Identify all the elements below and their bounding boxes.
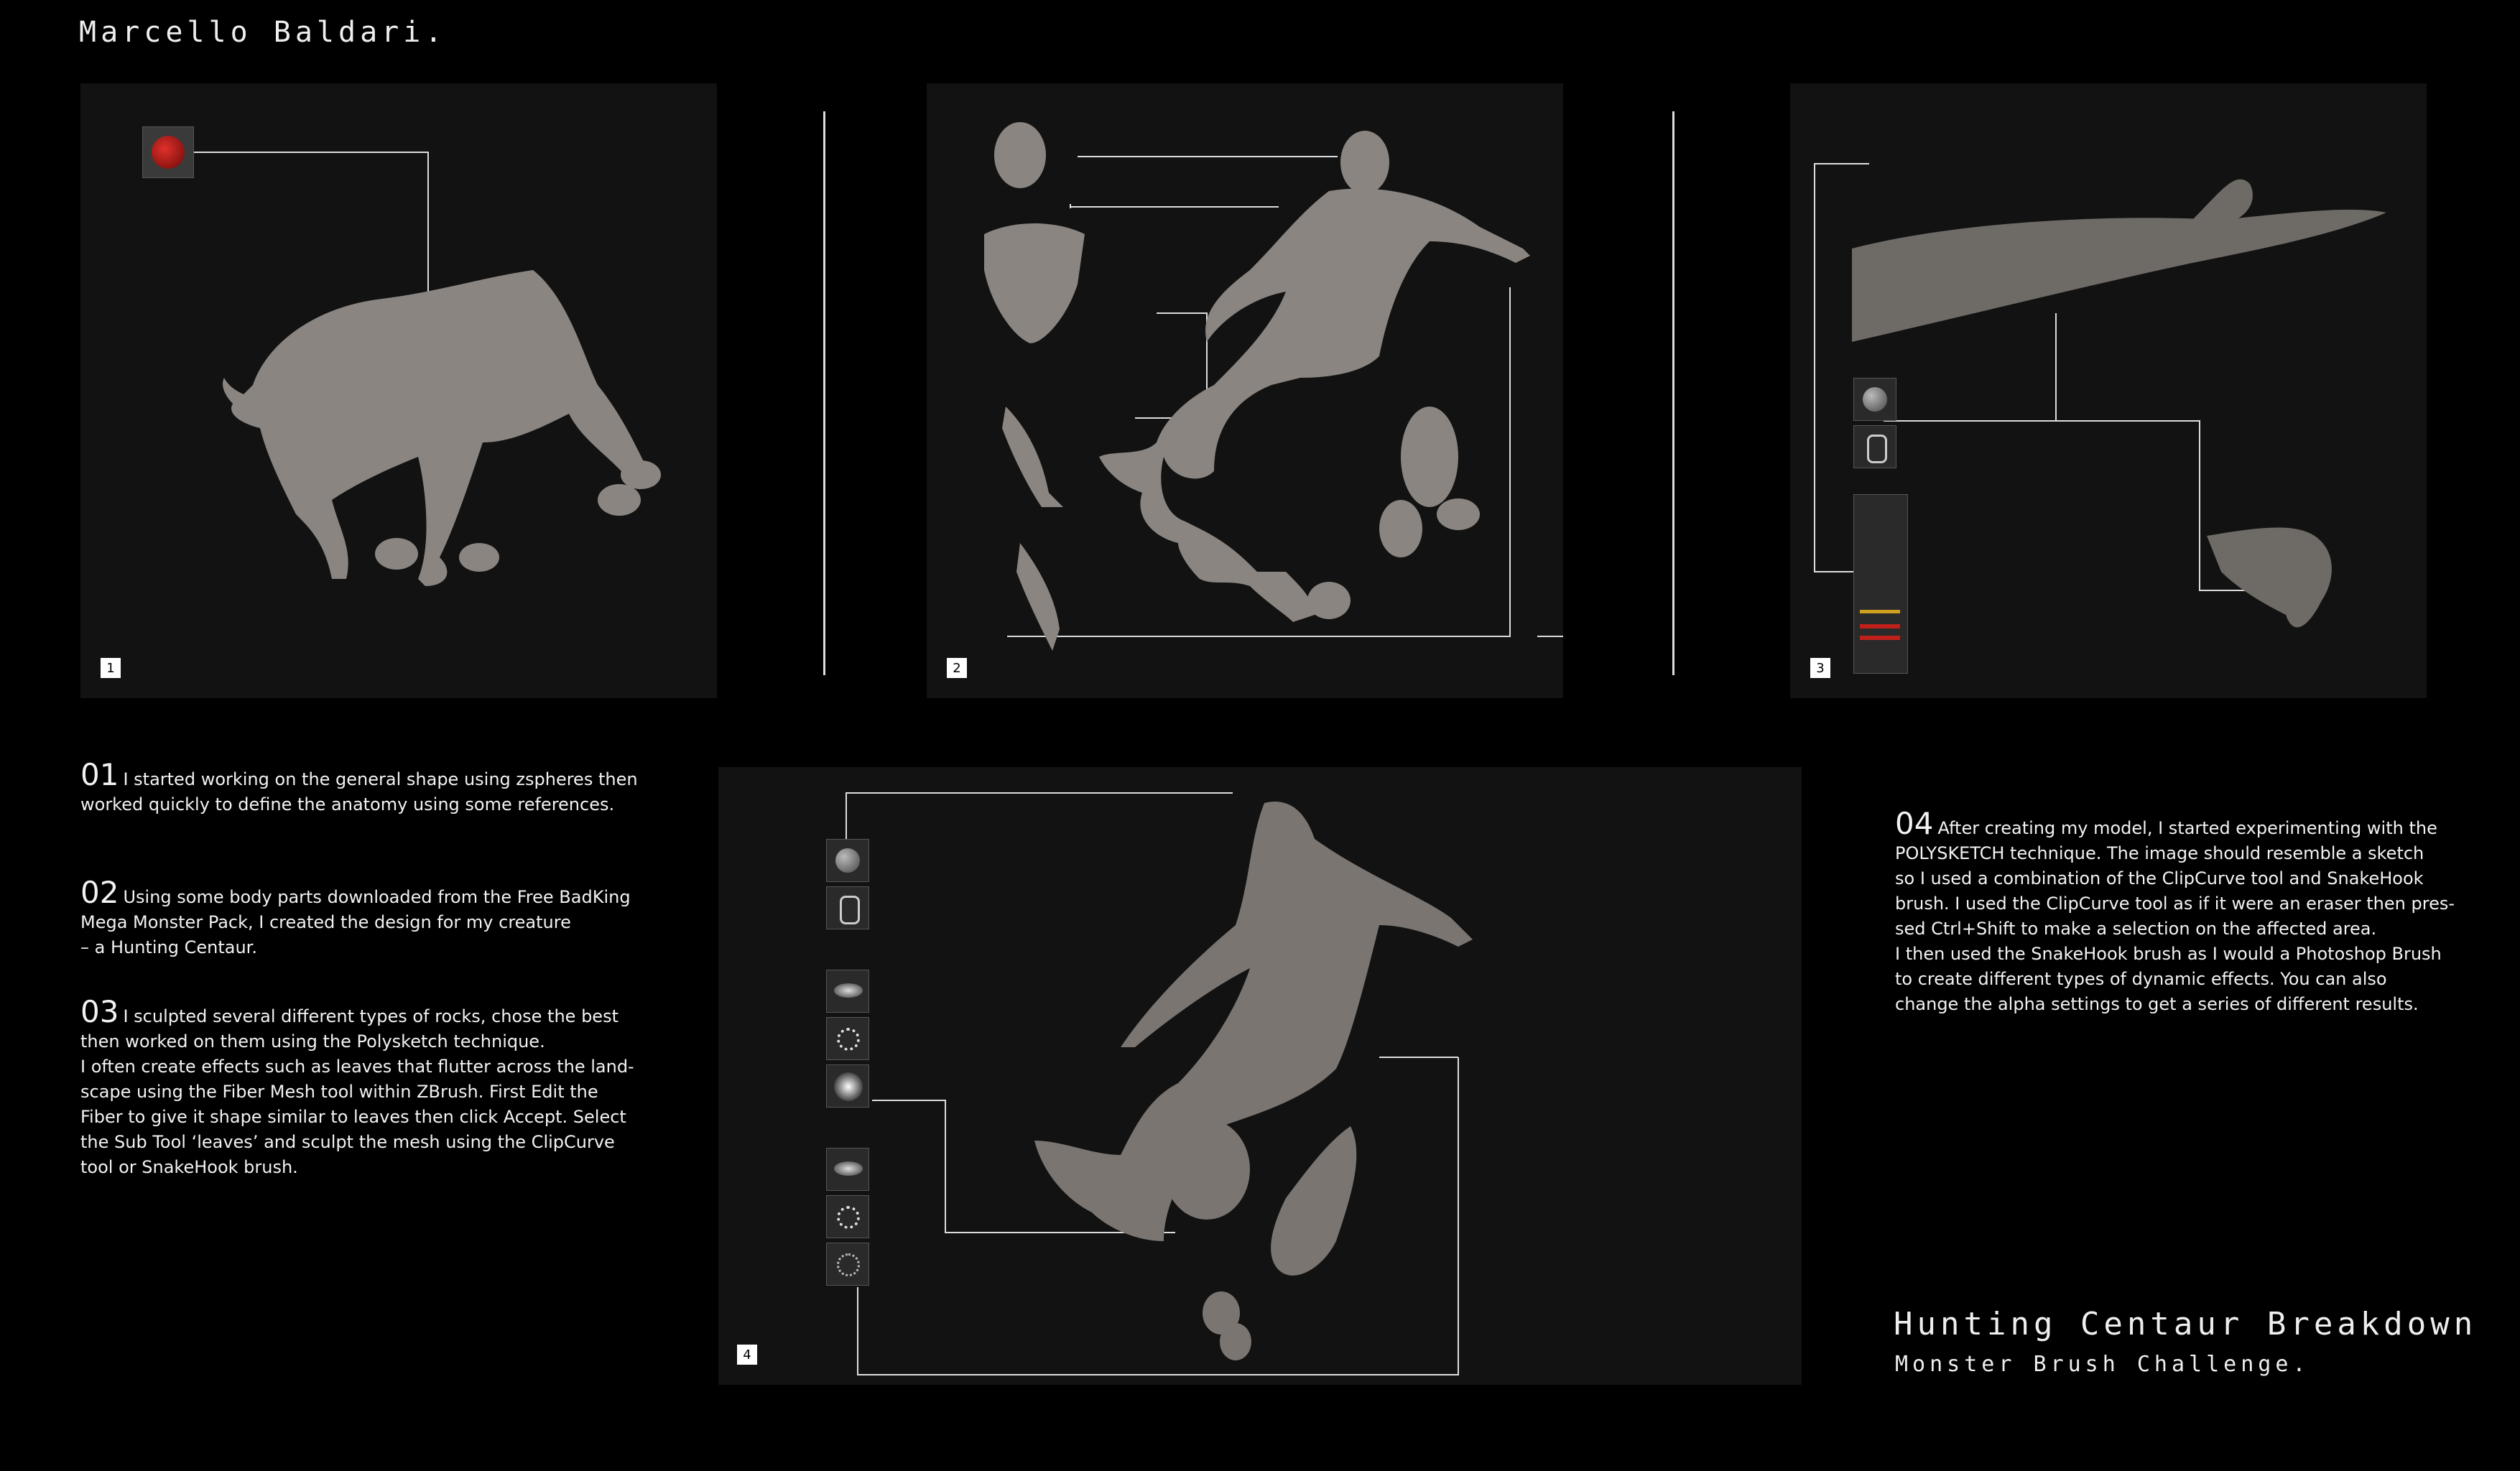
alpha-scatter-icon	[826, 1243, 869, 1286]
panel-1-art	[194, 152, 661, 586]
clipcurve-icon	[1853, 425, 1896, 468]
alpha-glow-icon	[826, 1064, 869, 1108]
step-01: 01 I started working on the general shape…	[80, 757, 638, 815]
author-signature: Marcello Baldari.	[79, 16, 447, 49]
alpha-dots-icon	[826, 1017, 869, 1060]
step-number: 02	[80, 875, 119, 910]
divider-line	[1672, 111, 1674, 675]
alpha-spray-icon	[826, 1148, 869, 1191]
step-number: 04	[1895, 806, 1934, 841]
panel-number: 3	[1810, 658, 1830, 678]
brush-sphere-icon	[826, 839, 869, 882]
panel-4-art	[846, 792, 1473, 1375]
alpha-dots-icon	[826, 1195, 869, 1238]
alpha-spray-icon	[826, 970, 869, 1013]
step-02: 02 Using some body parts downloaded from …	[80, 875, 631, 958]
panel-2-art	[984, 122, 1563, 651]
footer-subtitle: Monster Brush Challenge.	[1895, 1352, 2310, 1377]
brush-sphere-icon	[1853, 378, 1896, 421]
panel-number: 4	[737, 1345, 757, 1365]
divider-line	[823, 111, 825, 675]
step-number: 03	[80, 994, 119, 1029]
panel-1: 1	[80, 83, 717, 698]
clipcurve-icon	[826, 886, 869, 929]
panel-2: 2	[927, 83, 1563, 698]
panel-number: 1	[101, 658, 121, 678]
panel-number: 2	[947, 658, 967, 678]
settings-panel-icon	[1853, 494, 1908, 674]
footer-title: Hunting Centaur Breakdown	[1894, 1306, 2478, 1342]
step-03: 03 I sculpted several different types of …	[80, 994, 634, 1178]
panel-4: 4	[718, 767, 1802, 1385]
step-number: 01	[80, 757, 119, 792]
step-04: 04 After creating my model, I started exp…	[1895, 806, 2455, 1015]
panel-3: 3	[1790, 83, 2427, 698]
